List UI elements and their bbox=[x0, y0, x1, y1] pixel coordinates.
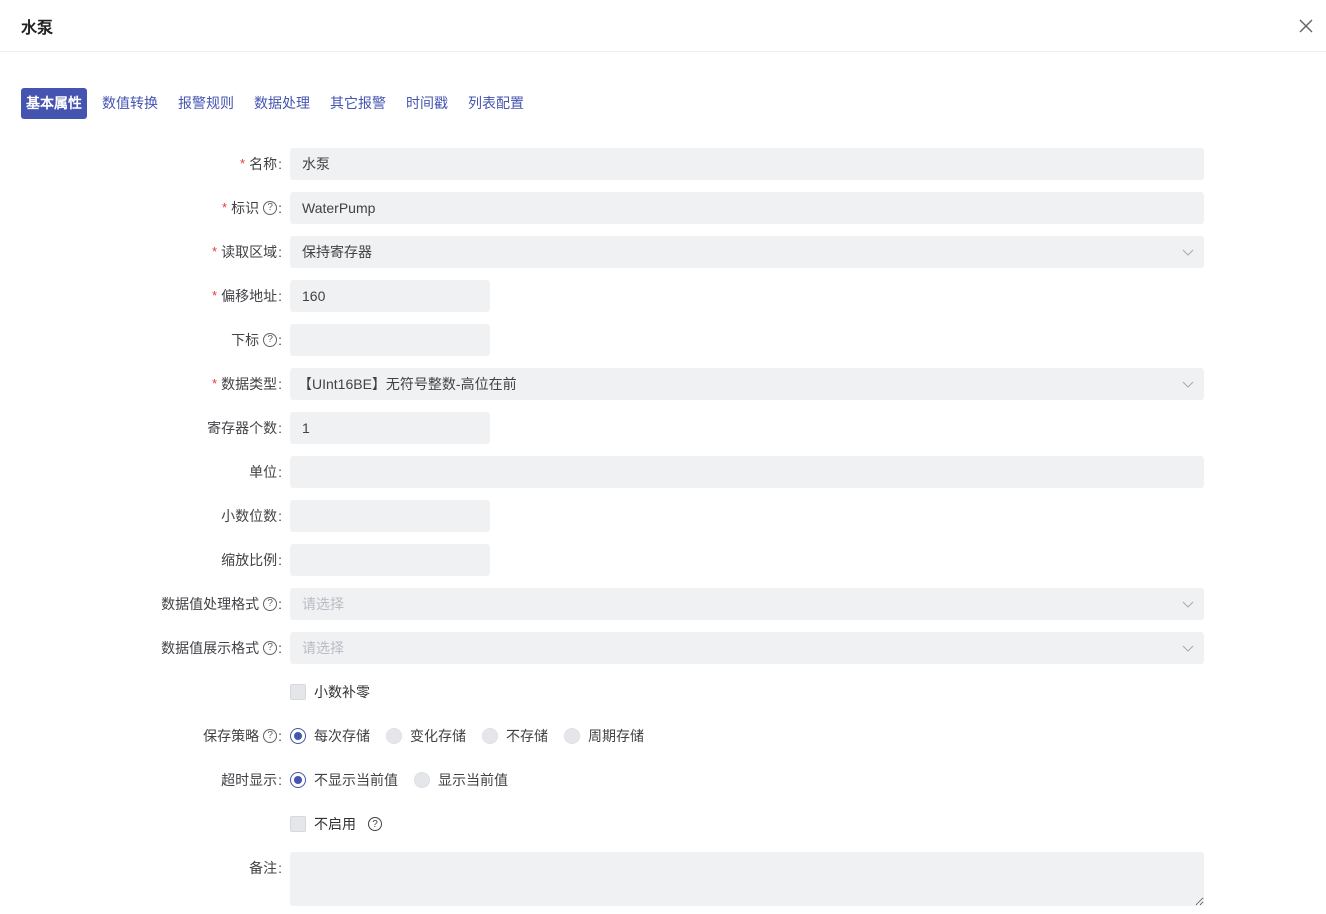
save-strategy-radio-group: 每次存储 变化存储 不存储 周期存储 bbox=[290, 720, 660, 752]
form-row-register-count: 寄存器个数: bbox=[0, 412, 1326, 444]
form-row-remark: 备注: bbox=[0, 852, 1326, 906]
radio-no-save[interactable]: 不存储 bbox=[482, 726, 548, 746]
unit-input[interactable] bbox=[290, 456, 1204, 488]
decimals-input[interactable] bbox=[290, 500, 490, 532]
dialog-header: 水泵 bbox=[0, 0, 1326, 52]
read-area-select[interactable]: 保持寄存器 bbox=[290, 236, 1204, 268]
form-row-save-strategy: 保存策略?: 每次存储 变化存储 不存储 周期存储 bbox=[0, 720, 1326, 752]
radio-button[interactable] bbox=[386, 728, 402, 744]
form-row-zero-pad: 小数补零 bbox=[0, 676, 1326, 708]
tab-value-conversion[interactable]: 数值转换 bbox=[97, 88, 163, 119]
name-label: * 名称: bbox=[240, 156, 282, 172]
zero-pad-label: 小数补零 bbox=[314, 684, 370, 700]
form-row-disable: 不启用 ? bbox=[0, 808, 1326, 840]
tabs: 基本属性 数值转换 报警规则 数据处理 其它报警 时间戳 列表配置 bbox=[21, 88, 539, 120]
form-row-timeout-display: 超时显示: 不显示当前值 显示当前值 bbox=[0, 764, 1326, 796]
form-row-index: 下标?: bbox=[0, 324, 1326, 356]
help-icon[interactable]: ? bbox=[263, 729, 278, 743]
radio-button[interactable] bbox=[564, 728, 580, 744]
zero-pad-checkbox[interactable] bbox=[290, 684, 306, 700]
timeout-display-label: 超时显示: bbox=[221, 772, 282, 788]
decimals-label: 小数位数: bbox=[221, 508, 282, 524]
radio-show-current[interactable]: 显示当前值 bbox=[414, 770, 508, 790]
chevron-down-icon bbox=[1182, 645, 1194, 652]
help-icon[interactable]: ? bbox=[263, 597, 278, 611]
index-label: 下标?: bbox=[231, 332, 282, 348]
radio-button[interactable] bbox=[482, 728, 498, 744]
tab-timestamp[interactable]: 时间戳 bbox=[401, 88, 453, 119]
help-icon[interactable]: ? bbox=[368, 817, 382, 831]
remark-label: 备注: bbox=[249, 860, 282, 876]
disable-checkbox[interactable] bbox=[290, 816, 306, 832]
index-input[interactable] bbox=[290, 324, 490, 356]
offset-input[interactable] bbox=[290, 280, 490, 312]
help-icon[interactable]: ? bbox=[263, 201, 278, 215]
form-row-unit: 单位: bbox=[0, 456, 1326, 488]
data-type-label: * 数据类型: bbox=[212, 376, 282, 392]
display-format-placeholder: 请选择 bbox=[302, 640, 344, 656]
disable-checkbox-group[interactable]: 不启用 ? bbox=[290, 808, 382, 840]
chevron-down-icon bbox=[1182, 381, 1194, 388]
remark-textarea[interactable] bbox=[290, 852, 1204, 906]
form-row-display-format: 数据值展示格式?: 请选择 bbox=[0, 632, 1326, 664]
process-format-label: 数据值处理格式?: bbox=[161, 596, 282, 612]
radio-change-save[interactable]: 变化存储 bbox=[386, 726, 466, 746]
radio-periodic-save[interactable]: 周期存储 bbox=[564, 726, 644, 746]
tab-data-processing[interactable]: 数据处理 bbox=[249, 88, 315, 119]
disable-label: 不启用 bbox=[314, 816, 356, 832]
radio-button[interactable] bbox=[414, 772, 430, 788]
data-type-select[interactable]: 【UInt16BE】无符号整数-高位在前 bbox=[290, 368, 1204, 400]
identifier-label: * 标识?: bbox=[222, 200, 282, 216]
read-area-label: * 读取区域: bbox=[212, 244, 282, 260]
tab-alarm-rules[interactable]: 报警规则 bbox=[173, 88, 239, 119]
form-row-name: * 名称: bbox=[0, 148, 1326, 180]
dialog: 水泵 基本属性 数值转换 报警规则 数据处理 其它报警 时间戳 列表配置 * 名称… bbox=[0, 0, 1326, 914]
read-area-value: 保持寄存器 bbox=[302, 244, 372, 260]
zero-pad-checkbox-group[interactable]: 小数补零 bbox=[290, 676, 370, 708]
data-type-value: 【UInt16BE】无符号整数-高位在前 bbox=[298, 376, 517, 392]
tab-other-alarms[interactable]: 其它报警 bbox=[325, 88, 391, 119]
register-count-input[interactable] bbox=[290, 412, 490, 444]
form-row-scale: 缩放比例: bbox=[0, 544, 1326, 576]
radio-button[interactable] bbox=[290, 772, 306, 788]
name-input[interactable] bbox=[290, 148, 1204, 180]
timeout-display-radio-group: 不显示当前值 显示当前值 bbox=[290, 764, 524, 796]
dialog-title: 水泵 bbox=[21, 19, 54, 37]
register-count-label: 寄存器个数: bbox=[207, 420, 282, 436]
process-format-placeholder: 请选择 bbox=[302, 596, 344, 612]
chevron-down-icon bbox=[1182, 249, 1194, 256]
process-format-select[interactable]: 请选择 bbox=[290, 588, 1204, 620]
form-row-identifier: * 标识?: bbox=[0, 192, 1326, 224]
unit-label: 单位: bbox=[249, 464, 282, 480]
form-row-process-format: 数据值处理格式?: 请选择 bbox=[0, 588, 1326, 620]
scale-label: 缩放比例: bbox=[221, 552, 282, 568]
display-format-label: 数据值展示格式?: bbox=[161, 640, 282, 656]
tab-list-config[interactable]: 列表配置 bbox=[463, 88, 529, 119]
display-format-select[interactable]: 请选择 bbox=[290, 632, 1204, 664]
help-icon[interactable]: ? bbox=[263, 333, 278, 347]
radio-button[interactable] bbox=[290, 728, 306, 744]
radio-every-save[interactable]: 每次存储 bbox=[290, 726, 370, 746]
offset-label: * 偏移地址: bbox=[212, 288, 282, 304]
save-strategy-label: 保存策略?: bbox=[203, 728, 282, 744]
form-row-data-type: * 数据类型: 【UInt16BE】无符号整数-高位在前 bbox=[0, 368, 1326, 400]
chevron-down-icon bbox=[1182, 601, 1194, 608]
scale-input[interactable] bbox=[290, 544, 490, 576]
form-row-read-area: * 读取区域: 保持寄存器 bbox=[0, 236, 1326, 268]
identifier-input[interactable] bbox=[290, 192, 1204, 224]
form-row-offset: * 偏移地址: bbox=[0, 280, 1326, 312]
help-icon[interactable]: ? bbox=[263, 641, 278, 655]
close-icon[interactable] bbox=[1296, 16, 1316, 36]
tab-basic[interactable]: 基本属性 bbox=[21, 88, 87, 119]
radio-hide-current[interactable]: 不显示当前值 bbox=[290, 770, 398, 790]
form-row-decimals: 小数位数: bbox=[0, 500, 1326, 532]
